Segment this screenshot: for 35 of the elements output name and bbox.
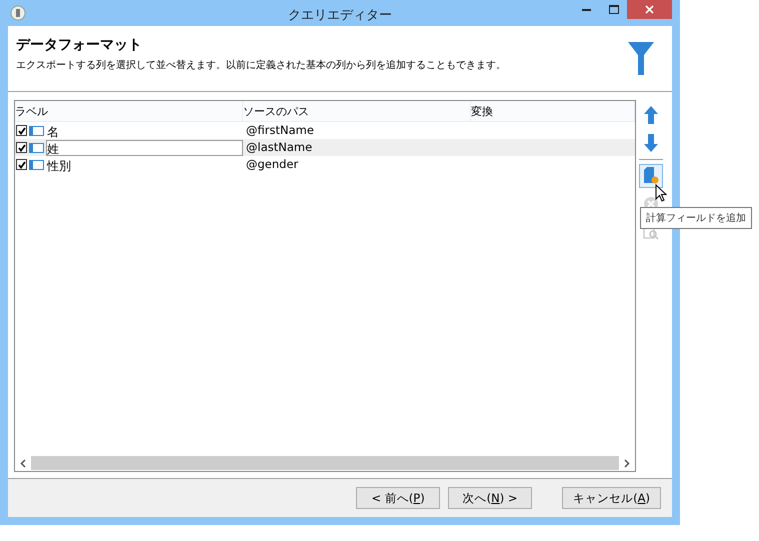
document-gear-icon	[643, 167, 659, 185]
funnel-icon	[628, 42, 654, 75]
source-path-text: @gender	[245, 156, 300, 173]
checkbox[interactable]	[16, 125, 27, 136]
close-button[interactable]	[627, 0, 672, 19]
label-text: 名	[46, 124, 60, 138]
checkbox[interactable]	[16, 142, 27, 153]
app-icon	[10, 5, 26, 21]
source-path-text: @lastName	[245, 139, 314, 156]
source-path-text: @firstName	[245, 122, 315, 139]
maximize-icon	[608, 5, 618, 14]
column-icon	[29, 142, 44, 152]
wizard-button[interactable]: < 前へ(P)	[356, 487, 440, 509]
column-header[interactable]: ラベル	[15, 101, 243, 121]
minimize-icon	[582, 8, 591, 10]
mouse-pointer-icon	[655, 184, 667, 202]
window-title: クエリエディター	[288, 7, 392, 24]
scroll-left-icon[interactable]	[20, 458, 26, 468]
tooltip: 計算フィールドを追加	[640, 207, 752, 229]
label-input-field[interactable]: 姓	[46, 140, 243, 156]
scroll-right-icon[interactable]	[624, 458, 630, 468]
column-header[interactable]: ソースのパス	[243, 101, 471, 121]
wizard-button[interactable]: キャンセル(A)	[562, 487, 661, 509]
checkbox[interactable]	[16, 159, 27, 170]
page-title: データフォーマット	[16, 36, 143, 54]
page-description: エクスポートする列を選択して並べ替えます。以前に定義された基本の列から列を追加することもできます。	[16, 58, 507, 72]
down-arrow-icon	[644, 134, 658, 152]
wizard-button[interactable]: 次へ(N) >	[448, 487, 532, 509]
column-icon	[29, 160, 44, 170]
up-arrow-icon	[644, 106, 658, 124]
close-icon	[645, 5, 654, 14]
column-header[interactable]: 変換	[471, 101, 635, 121]
label-text: 性別	[46, 158, 72, 172]
table-row[interactable]: 姓 @lastName	[15, 139, 635, 156]
column-icon	[29, 126, 44, 136]
